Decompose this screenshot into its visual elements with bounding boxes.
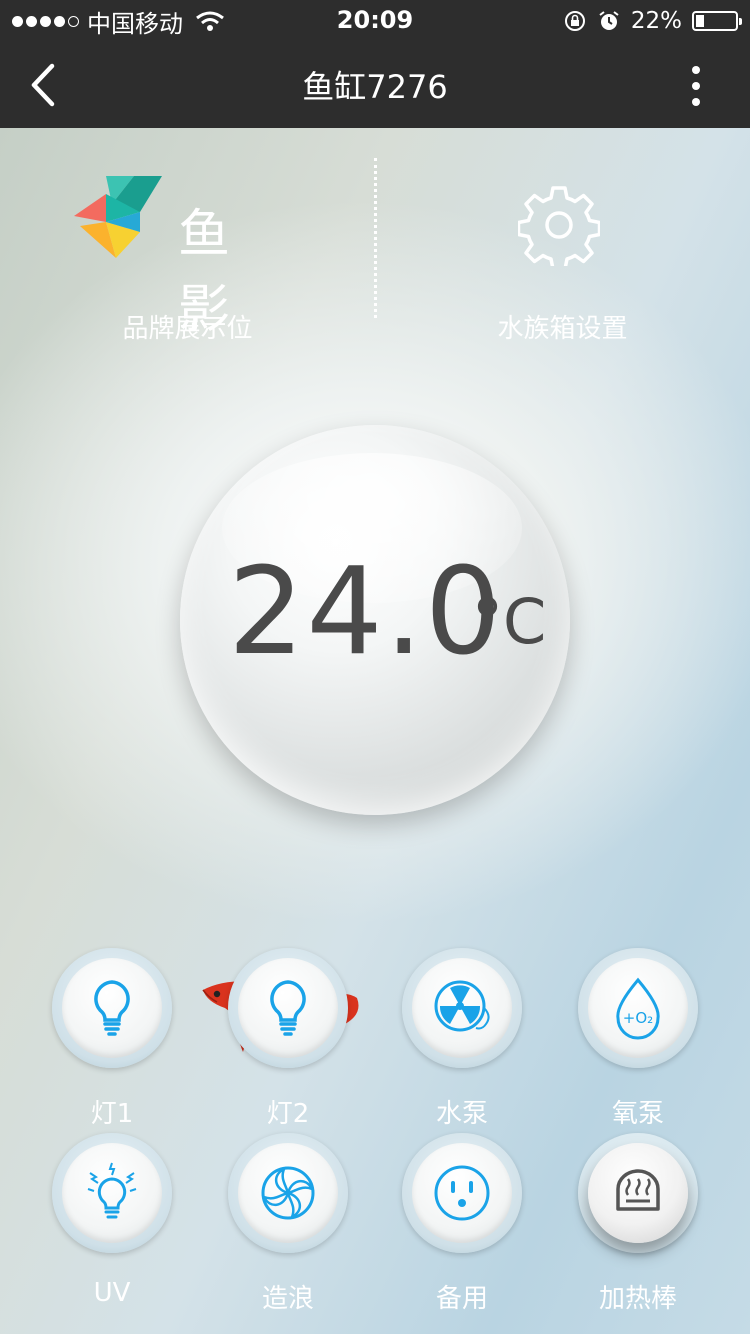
light1-label: 灯1 bbox=[90, 1099, 134, 1129]
brand-label[interactable]: 品牌展示位 bbox=[0, 308, 375, 345]
uv-button[interactable] bbox=[52, 1133, 172, 1253]
battery-percent: 22% bbox=[630, 8, 682, 34]
alarm-icon bbox=[599, 11, 619, 30]
temperature-unit: °C bbox=[472, 585, 547, 658]
wave-maker-button[interactable] bbox=[228, 1133, 348, 1253]
divider bbox=[374, 158, 377, 318]
oxygen-pump-button[interactable]: +O₂ bbox=[578, 948, 698, 1068]
wave-maker-label: 造浪 bbox=[261, 1284, 314, 1314]
page-title: 鱼缸7276 bbox=[302, 68, 448, 106]
water-pump-label: 水泵 bbox=[435, 1099, 488, 1129]
spare-socket-button[interactable] bbox=[402, 1133, 522, 1253]
uv-label: UV bbox=[93, 1278, 131, 1308]
socket-icon bbox=[434, 1165, 490, 1221]
aquarium-settings-label[interactable]: 水族箱设置 bbox=[375, 308, 750, 345]
brand-logo-icon bbox=[74, 176, 162, 258]
spare-label: 备用 bbox=[435, 1284, 488, 1314]
temperature-value: 24.0 bbox=[228, 543, 504, 682]
status-bar: 中国移动 20:09 22% bbox=[0, 0, 750, 42]
wave-maker-icon bbox=[261, 1166, 315, 1220]
uv-bulb-icon bbox=[87, 1162, 137, 1219]
brand-display[interactable]: 鱼 影 bbox=[70, 170, 330, 340]
nav-bar: 鱼缸7276 bbox=[0, 42, 750, 128]
light1-button[interactable] bbox=[52, 948, 172, 1068]
heater-icon bbox=[616, 1169, 660, 1211]
heater-button[interactable] bbox=[578, 1133, 698, 1253]
heater-label: 加热棒 bbox=[598, 1284, 677, 1314]
temperature-bubble: 24.0 °C bbox=[180, 425, 570, 815]
more-options-icon[interactable] bbox=[686, 64, 706, 108]
bulb-icon bbox=[94, 980, 130, 1036]
main-panel: 鱼 影 品牌展示位 水族箱设置 24.0 °C 灯1 灯2 水泵 +O₂ 氧泵 … bbox=[0, 128, 750, 1334]
gear-icon[interactable] bbox=[518, 184, 600, 266]
oxygen-pump-label: 氧泵 bbox=[611, 1099, 664, 1129]
battery-fill bbox=[696, 15, 704, 27]
light2-button[interactable] bbox=[228, 948, 348, 1068]
oxygen-drop-icon: +O₂ bbox=[616, 977, 660, 1040]
water-pump-button[interactable] bbox=[402, 948, 522, 1068]
oxygen-icon-text: +O₂ bbox=[623, 1009, 653, 1027]
orientation-lock-icon bbox=[564, 11, 585, 31]
battery-icon bbox=[692, 11, 742, 31]
status-right: 22% bbox=[563, 6, 742, 36]
bulb-icon bbox=[270, 980, 306, 1036]
pump-fan-icon bbox=[434, 980, 490, 1032]
light2-label: 灯2 bbox=[266, 1099, 310, 1129]
